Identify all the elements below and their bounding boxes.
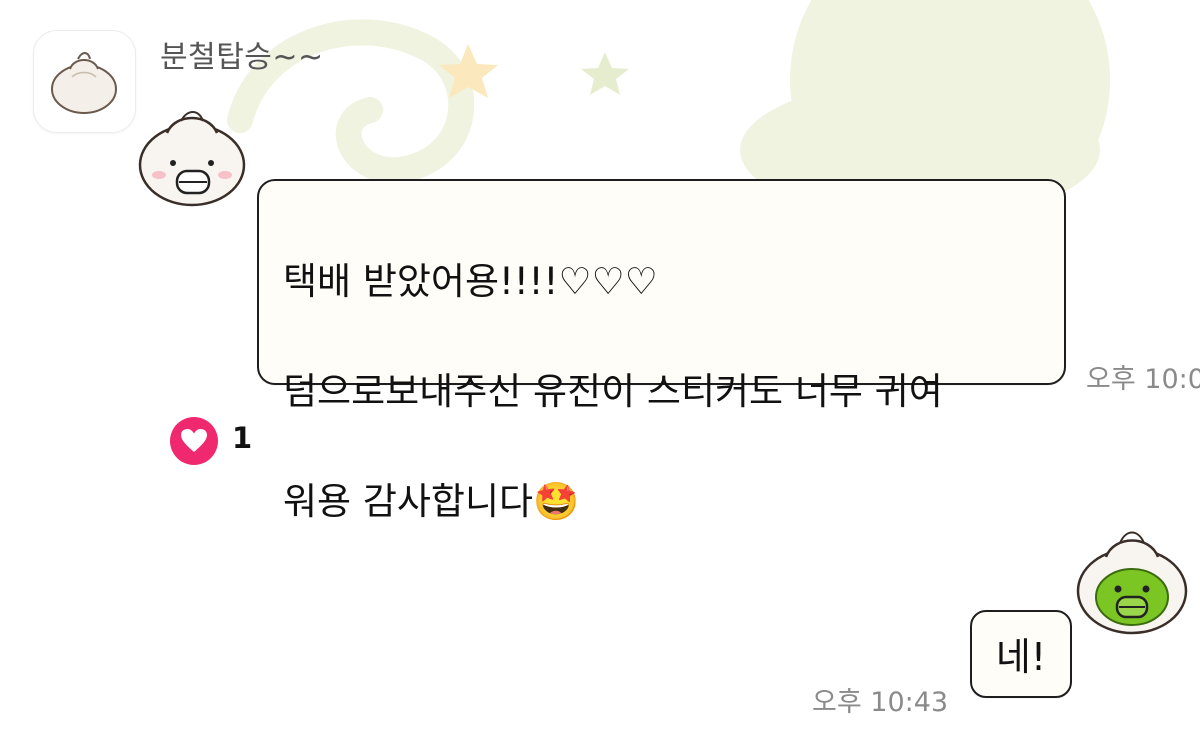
- message-line: 워용 감사합니다🤩: [283, 480, 580, 523]
- outgoing-message-time: 오후 10:43: [812, 687, 949, 718]
- incoming-message-time: 오후 10:0: [1086, 364, 1200, 395]
- dumpling-avatar-icon: [51, 52, 117, 114]
- message-line: 택배 받았어용!!!!♡♡♡: [283, 260, 658, 303]
- green-dumpling-sticker-icon: [1076, 531, 1188, 635]
- incoming-message-bubble[interactable]: 택배 받았어용!!!!♡♡♡ 덤으로보내주신 유진이 스티커도 너무 귀여 워용…: [257, 179, 1066, 523]
- sender-name: 분철탑승~~: [160, 40, 324, 75]
- sender-avatar[interactable]: [33, 30, 136, 133]
- reaction-count: 1: [232, 421, 253, 455]
- outgoing-message-bubble[interactable]: 네!: [970, 610, 1072, 698]
- outgoing-message-text: 네!: [995, 635, 1047, 679]
- message-line: 덤으로보내주신 유진이 스티커도 너무 귀여: [283, 370, 943, 413]
- incoming-message-text: 택배 받았어용!!!!♡♡♡ 덤으로보내주신 유진이 스티커도 너무 귀여 워용…: [283, 199, 1046, 584]
- dumpling-face-sticker-icon: [138, 111, 246, 207]
- heart-icon[interactable]: [170, 417, 218, 465]
